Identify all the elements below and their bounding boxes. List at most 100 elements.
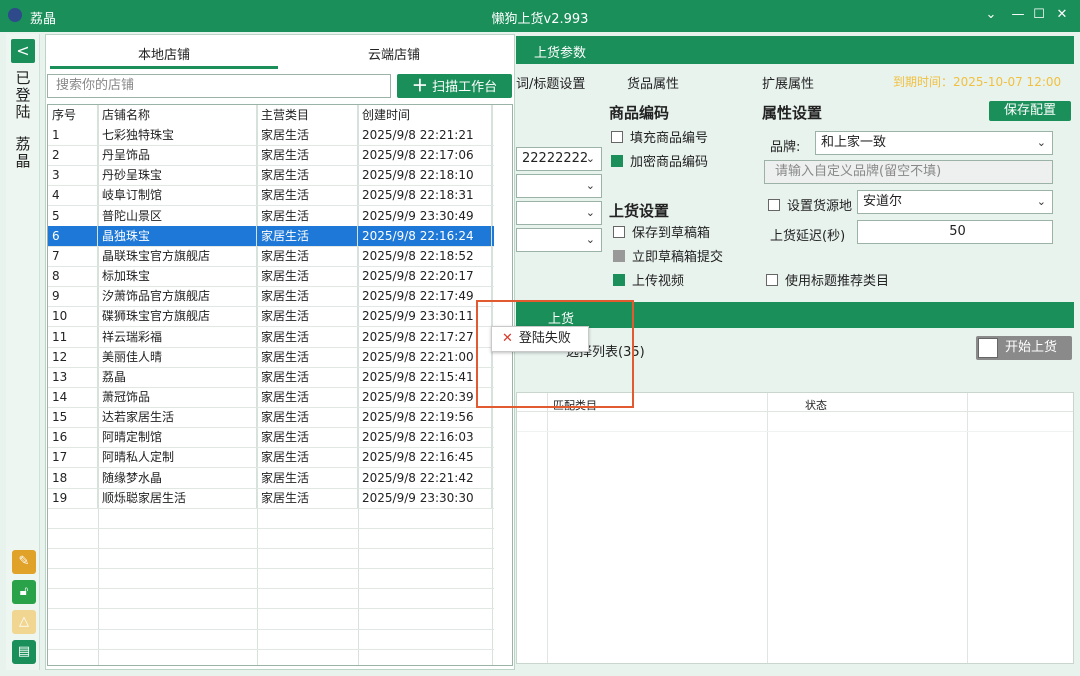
encrypt-code-checkbox[interactable]: 加密商品编码 — [611, 151, 708, 170]
table-cell: 家居生活 — [257, 487, 358, 508]
expiry-date-text: 到期时间：2025-10-07 12:00 — [893, 75, 1062, 89]
param-select-4[interactable]: ⌄ — [516, 228, 602, 252]
table-cell: 2025/9/8 22:20:39 — [358, 386, 492, 407]
tab-title-settings[interactable]: 词/标题设置 — [516, 73, 585, 92]
table-row[interactable]: 12 美丽佳人晴 家居生活 2025/9/8 22:21:00 — [48, 346, 494, 367]
table-cell: 标加珠宝 — [98, 266, 257, 287]
table-row[interactable]: 18 随缘梦水晶 家居生活 2025/9/8 22:21:42 — [48, 467, 494, 488]
header-category[interactable]: 主营类目 — [257, 105, 358, 125]
table-row[interactable]: 2 丹呈饰品 家居生活 2025/9/8 22:17:06 — [48, 145, 494, 166]
table-row[interactable]: 15 达若家居生活 家居生活 2025/9/8 22:19:56 — [48, 407, 494, 428]
start-upload-button[interactable]: 开始上货 — [976, 336, 1072, 360]
close-button[interactable]: ✕ — [1051, 4, 1073, 26]
table-row[interactable]: 9 汐萧饰品官方旗舰店 家居生活 2025/9/8 22:17:49 — [48, 286, 494, 307]
back-button[interactable]: < — [11, 39, 35, 63]
source-select[interactable]: 安道尔 ⌄ — [857, 190, 1053, 214]
minimize-button[interactable]: — — [1007, 4, 1029, 26]
table-cell: 7 — [48, 245, 98, 266]
table-cell: 2025/9/8 22:20:17 — [358, 266, 492, 287]
fill-code-checkbox[interactable]: 填充商品编号 — [611, 127, 708, 146]
table-row[interactable]: 8 标加珠宝 家居生活 2025/9/8 22:20:17 — [48, 266, 494, 287]
table-cell: 2025/9/8 22:17:06 — [358, 145, 492, 166]
table-cell: 美丽佳人晴 — [98, 346, 257, 367]
store-search-input[interactable]: 搜索你的店铺 — [47, 74, 391, 98]
delay-input[interactable]: 50 — [857, 220, 1053, 244]
error-x-icon: ✕ — [502, 331, 513, 346]
table-row[interactable]: 16 阿晴定制馆 家居生活 2025/9/8 22:16:03 — [48, 427, 494, 448]
maximize-button[interactable]: ☐ — [1028, 4, 1050, 26]
unlock-icon[interactable]: 🔓︎ — [12, 580, 36, 604]
tab-local-stores[interactable]: 本地店铺 — [50, 44, 278, 68]
table-row[interactable]: 19 顺烁聪家居生活 家居生活 2025/9/9 23:30:30 — [48, 487, 494, 508]
table-row[interactable]: 14 萧冠饰品 家居生活 2025/9/8 22:20:39 — [48, 386, 494, 407]
table-cell: 14 — [48, 386, 98, 407]
table-cell: 2025/9/8 22:19:56 — [358, 407, 492, 428]
checked-disabled-icon — [613, 249, 625, 262]
param-select-1[interactable]: 22222222 ⌄ — [516, 147, 602, 171]
param-select-1-value: 22222222 — [522, 151, 589, 166]
title-rec-checkbox[interactable]: 使用标题推荐类目 — [766, 270, 889, 289]
table-cell: 家居生活 — [257, 386, 358, 407]
table-cell: 2025/9/8 22:16:45 — [358, 447, 492, 468]
scan-workbench-button[interactable]: ＋ 扫描工作台 — [397, 74, 512, 98]
brand-select[interactable]: 和上家一致 ⌄ — [815, 131, 1053, 155]
submit-draft-checkbox[interactable]: 立即草稿箱提交 — [613, 246, 723, 265]
save-config-button[interactable]: 保存配置 — [989, 101, 1071, 121]
table-cell: 家居生活 — [257, 407, 358, 428]
checkbox-icon — [613, 225, 625, 238]
tab-extended-attributes[interactable]: 扩展属性 — [762, 73, 814, 92]
table-row[interactable]: 6 晶独珠宝 家居生活 2025/9/8 22:16:24 — [48, 225, 494, 246]
table-cell: 2025/9/9 23:30:30 — [358, 487, 492, 508]
table-row[interactable]: 4 岐阜订制馆 家居生活 2025/9/8 22:18:31 — [48, 185, 494, 206]
table-cell: 家居生活 — [257, 145, 358, 166]
edit-icon[interactable]: ✎ — [12, 550, 36, 574]
table-cell: 2025/9/8 22:17:27 — [358, 326, 492, 347]
param-select-3[interactable]: ⌄ — [516, 201, 602, 225]
table-cell: 16 — [48, 427, 98, 448]
table-cell: 汐萧饰品官方旗舰店 — [98, 286, 257, 307]
header-store-name[interactable]: 店铺名称 — [98, 105, 257, 125]
brand-value: 和上家一致 — [821, 135, 887, 150]
save-draft-checkbox[interactable]: 保存到草稿箱 — [613, 222, 710, 241]
tab-goods-attributes[interactable]: 货品属性 — [627, 73, 679, 92]
table-cell: 家居生活 — [257, 225, 358, 246]
set-source-checkbox[interactable]: 设置货源地 — [768, 195, 852, 214]
store-icon[interactable]: ▤ — [12, 640, 36, 664]
upload-video-checkbox[interactable]: 上传视频 — [613, 270, 684, 289]
table-cell: 丹砂呈珠宝 — [98, 165, 257, 186]
table-cell: 1 — [48, 125, 98, 145]
header-created-time[interactable]: 创建时间 — [358, 105, 492, 125]
collapse-button[interactable]: ⌄ — [980, 4, 1002, 26]
custom-brand-input[interactable]: 请输入自定义品牌(留空不填) — [764, 160, 1053, 184]
table-row[interactable]: 11 祥云瑞彩福 家居生活 2025/9/8 22:17:27 — [48, 326, 494, 347]
table-cell: 2025/9/9 23:30:49 — [358, 205, 492, 226]
header-index[interactable]: 序号 — [48, 105, 98, 125]
param-select-2[interactable]: ⌄ — [516, 174, 602, 198]
table-row[interactable]: 3 丹砂呈珠宝 家居生活 2025/9/8 22:18:10 — [48, 165, 494, 186]
table-cell: 12 — [48, 346, 98, 367]
table-cell: 丹呈饰品 — [98, 145, 257, 166]
table-cell: 萧冠饰品 — [98, 386, 257, 407]
active-tab-indicator — [50, 66, 278, 69]
table-row[interactable]: 10 碟狮珠宝官方旗舰店 家居生活 2025/9/9 23:30:11 — [48, 306, 494, 327]
window-title: 懒狗上货v2.993 — [491, 12, 589, 27]
warning-icon[interactable]: △ — [12, 610, 36, 634]
encrypt-code-label: 加密商品编码 — [630, 155, 709, 170]
title-bar: 荔晶 懒狗上货v2.993 ⌄ — ☐ ✕ — [0, 0, 1080, 32]
delay-label: 上货延迟(秒) — [770, 229, 846, 244]
table-cell: 家居生活 — [257, 205, 358, 226]
table-cell: 祥云瑞彩福 — [98, 326, 257, 347]
side-strip — [6, 34, 40, 670]
table-row[interactable]: 7 晶联珠宝官方旗舰店 家居生活 2025/9/8 22:18:52 — [48, 245, 494, 266]
table-row[interactable]: 13 荔晶 家居生活 2025/9/8 22:15:41 — [48, 366, 494, 387]
attr-settings-title: 属性设置 — [762, 104, 823, 122]
current-user-label: 荔晶 — [15, 135, 31, 170]
table-cell: 阿晴私人定制 — [98, 447, 257, 468]
table-cell: 家居生活 — [257, 286, 358, 307]
table-row[interactable]: 5 普陀山景区 家居生活 2025/9/9 23:30:49 — [48, 205, 494, 226]
toast-text: 登陆失败 — [518, 331, 571, 346]
table-row[interactable]: 1 七彩独特珠宝 家居生活 2025/9/8 22:21:21 — [48, 125, 494, 145]
table-row[interactable]: 17 阿晴私人定制 家居生活 2025/9/8 22:16:45 — [48, 447, 494, 468]
tab-cloud-stores[interactable]: 云端店铺 — [280, 44, 508, 68]
table-cell: 2 — [48, 145, 98, 166]
